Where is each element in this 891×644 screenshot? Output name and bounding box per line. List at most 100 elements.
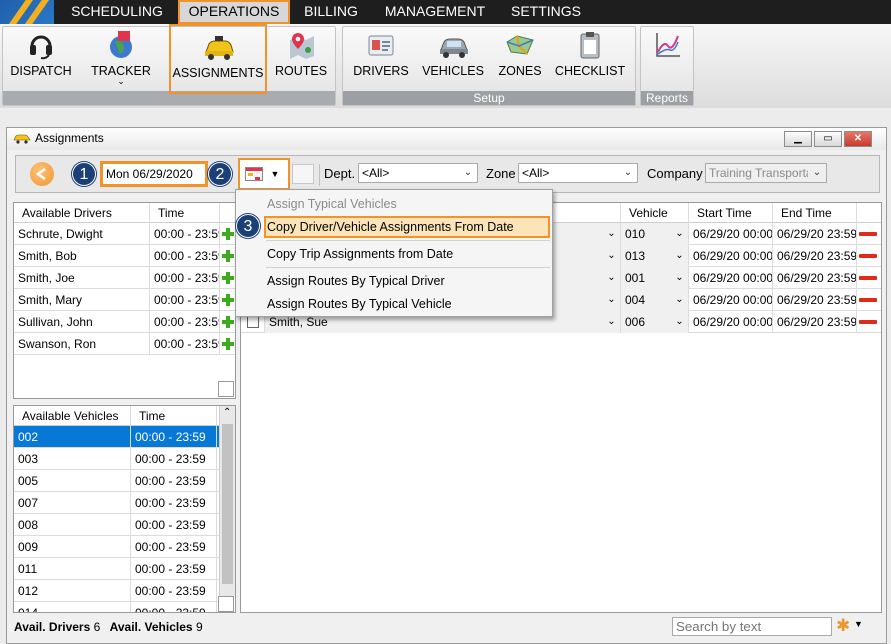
routes-button[interactable]: ROUTES: [272, 28, 330, 84]
remove-assignment-icon[interactable]: [859, 276, 877, 280]
col-end-time[interactable]: End Time: [773, 203, 857, 223]
remove-assignment-icon[interactable]: [859, 298, 877, 302]
date-picker[interactable]: Mon 06/29/2020: [100, 161, 208, 187]
menu-settings[interactable]: SETTINGS: [502, 0, 590, 24]
driver-row[interactable]: Smith, Bob 00:00 - 23:59: [14, 245, 235, 267]
table-grid-icon[interactable]: [292, 164, 314, 184]
assignments-button[interactable]: ASSIGNMENTS: [169, 24, 267, 94]
drivers-button[interactable]: DRIVERS: [350, 28, 412, 84]
menu-billing[interactable]: BILLING: [296, 0, 366, 24]
company-select[interactable]: Training Transportati ⌄: [705, 163, 827, 183]
chevron-down-icon[interactable]: ⌄: [603, 289, 621, 311]
start-time-cell[interactable]: 06/29/20 00:00: [689, 223, 773, 245]
minimize-button[interactable]: ▁: [784, 131, 812, 147]
vehicle-row[interactable]: 014 00:00 - 23:59: [14, 602, 219, 612]
col-vehicle[interactable]: Vehicle: [621, 203, 689, 223]
menu-item-copy-trip-assignments[interactable]: Copy Trip Assignments from Date: [267, 243, 453, 265]
chevron-down-icon[interactable]: ⌄: [603, 245, 621, 267]
add-driver-icon[interactable]: [222, 272, 234, 284]
vehicle-row-selected[interactable]: 002 00:00 - 23:59: [14, 426, 219, 448]
assign-menu-button[interactable]: ▼: [238, 158, 290, 190]
zone-select[interactable]: <All> ⌄: [518, 163, 638, 183]
row-checkbox[interactable]: [247, 316, 259, 328]
add-driver-icon[interactable]: [222, 250, 234, 262]
close-button[interactable]: ✕: [844, 131, 872, 147]
driver-row[interactable]: Smith, Joe 00:00 - 23:59: [14, 267, 235, 289]
vehicle-id: 009: [14, 536, 131, 558]
menu-management[interactable]: MANAGEMENT: [376, 0, 494, 24]
vehicle-row[interactable]: 009 00:00 - 23:59: [14, 536, 219, 558]
vehicle-id: 014: [14, 602, 131, 612]
add-driver-icon[interactable]: [222, 338, 234, 350]
col-time[interactable]: Time: [131, 406, 217, 426]
col-time[interactable]: Time: [150, 203, 220, 223]
gear-icon[interactable]: ✱: [836, 617, 852, 634]
vehicle-row[interactable]: 005 00:00 - 23:59: [14, 470, 219, 492]
menu-item-assign-routes-by-vehicle[interactable]: Assign Routes By Typical Vehicle: [267, 293, 452, 315]
scrollbar-thumb[interactable]: [222, 424, 233, 584]
vehicle-time: 00:00 - 23:59: [131, 580, 217, 602]
chevron-down-icon[interactable]: ⌄: [603, 311, 621, 333]
menu-scheduling[interactable]: SCHEDULING: [62, 0, 172, 24]
vehicle-row[interactable]: 011 00:00 - 23:59: [14, 558, 219, 580]
vehicles-button[interactable]: VEHICLES: [419, 28, 487, 84]
dept-select[interactable]: <All> ⌄: [358, 163, 478, 183]
chevron-down-icon[interactable]: ⌄: [671, 267, 689, 289]
add-driver-icon[interactable]: [222, 228, 234, 240]
chevron-down-icon[interactable]: ▼: [854, 619, 863, 629]
vehicle-row[interactable]: 012 00:00 - 23:59: [14, 580, 219, 602]
chevron-down-icon[interactable]: ⌄: [671, 245, 689, 267]
vehicle-row[interactable]: 008 00:00 - 23:59: [14, 514, 219, 536]
start-time-cell[interactable]: 06/29/20 00:00: [689, 289, 773, 311]
menu-operations[interactable]: OPERATIONS: [178, 0, 290, 24]
vehicles-grid-corner-checkbox[interactable]: [218, 596, 234, 612]
dept-value: <All>: [362, 166, 390, 180]
menu-item-assign-routes-by-driver[interactable]: Assign Routes By Typical Driver: [267, 270, 445, 292]
driver-row[interactable]: Sullivan, John 00:00 - 23:59: [14, 311, 235, 333]
end-time-cell[interactable]: 06/29/20 23:59: [773, 245, 857, 267]
remove-assignment-icon[interactable]: [859, 254, 877, 258]
add-driver-icon[interactable]: [222, 316, 234, 328]
end-time-cell[interactable]: 06/29/20 23:59: [773, 311, 857, 333]
restore-button[interactable]: ▭: [814, 131, 842, 147]
chevron-down-icon[interactable]: ⌄: [671, 223, 689, 245]
reports-chart-button[interactable]: [645, 28, 689, 84]
driver-row[interactable]: Smith, Mary 00:00 - 23:59: [14, 289, 235, 311]
vehicle-row[interactable]: 003 00:00 - 23:59: [14, 448, 219, 470]
menu-separator: [266, 267, 550, 268]
start-time-cell[interactable]: 06/29/20 00:00: [689, 267, 773, 289]
end-time-cell[interactable]: 06/29/20 23:59: [773, 289, 857, 311]
start-time-cell[interactable]: 06/29/20 00:00: [689, 245, 773, 267]
menu-item-copy-driver-vehicle-assignments[interactable]: Copy Driver/Vehicle Assignments From Dat…: [267, 216, 514, 238]
remove-assignment-icon[interactable]: [859, 232, 877, 236]
remove-assignment-icon[interactable]: [859, 320, 877, 324]
back-arrow-icon[interactable]: [30, 162, 54, 186]
vehicles-scrollbar[interactable]: ⌃: [219, 406, 235, 596]
drivers-grid-corner-checkbox[interactable]: [218, 381, 234, 397]
col-available-vehicles[interactable]: Available Vehicles: [14, 406, 131, 426]
tracker-button[interactable]: TRACKER ⌄: [88, 28, 154, 86]
driver-row[interactable]: Schrute, Dwight 00:00 - 23:59: [14, 223, 235, 245]
checklist-button[interactable]: CHECKLIST: [553, 28, 627, 84]
dispatch-button[interactable]: DISPATCH: [8, 28, 74, 84]
zones-button[interactable]: ZONES: [494, 28, 546, 84]
map-pin-icon: [286, 30, 316, 60]
vehicle-row[interactable]: 007 00:00 - 23:59: [14, 492, 219, 514]
add-driver-icon[interactable]: [222, 294, 234, 306]
col-available-drivers[interactable]: Available Drivers: [14, 203, 150, 223]
col-start-time[interactable]: Start Time: [689, 203, 773, 223]
end-time-cell[interactable]: 06/29/20 23:59: [773, 223, 857, 245]
start-time-cell[interactable]: 06/29/20 00:00: [689, 311, 773, 333]
dept-label: Dept.: [324, 166, 356, 181]
chevron-up-icon[interactable]: ⌃: [223, 407, 231, 418]
car-icon: [438, 30, 468, 60]
tracker-dropdown-icon[interactable]: ⌄: [88, 77, 154, 86]
driver-row[interactable]: Swanson, Ron 00:00 - 23:59: [14, 333, 235, 355]
chevron-down-icon[interactable]: ⌄: [603, 223, 621, 245]
end-time-cell[interactable]: 06/29/20 23:59: [773, 267, 857, 289]
chevron-down-icon[interactable]: ⌄: [603, 267, 621, 289]
vehicle-time: 00:00 - 23:59: [131, 514, 217, 536]
search-input[interactable]: [672, 617, 832, 636]
chevron-down-icon[interactable]: ⌄: [671, 311, 689, 333]
chevron-down-icon[interactable]: ⌄: [671, 289, 689, 311]
